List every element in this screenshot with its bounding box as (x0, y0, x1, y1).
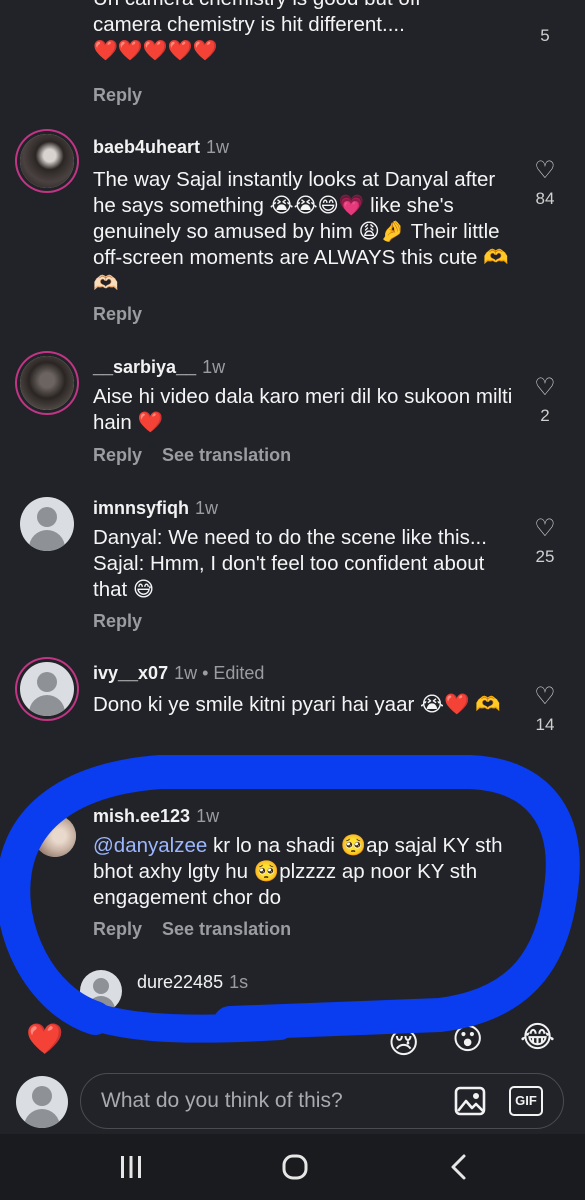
reply-button[interactable]: Reply (93, 919, 142, 939)
timestamp: 1w (196, 806, 220, 826)
heart-outline-icon[interactable]: ♡ (528, 159, 562, 183)
timestamp: 1s (229, 972, 249, 992)
username[interactable]: ivy__x07 (93, 663, 168, 683)
comment-text: Un camera chemistry is good but off came… (93, 0, 421, 62)
reply-button[interactable]: Reply (93, 85, 162, 106)
reaction-laugh[interactable]: 😂 (520, 1020, 555, 1055)
username[interactable]: baeb4uheart (93, 137, 200, 157)
timestamp: 1w (206, 137, 230, 157)
like-button[interactable]: ♡ 84 (528, 159, 562, 209)
comment-input-placeholder: What do you think of this? (101, 1089, 343, 1112)
timestamp: 1w • Edited (174, 663, 265, 683)
reaction-sad[interactable]: 😢 (388, 1026, 419, 1061)
username[interactable]: imnnsyfiqh (93, 498, 189, 518)
timestamp: 1w (195, 498, 219, 518)
like-count: 84 (535, 189, 555, 208)
comment-text: The way Sajal instantly looks at Danyal … (93, 168, 509, 295)
comment-actions: Reply See translation (93, 919, 311, 940)
home-icon[interactable] (281, 1153, 309, 1181)
like-button[interactable]: ♡ 14 (528, 685, 562, 735)
reaction-heart[interactable]: ❤️ (26, 1022, 63, 1057)
avatar[interactable] (20, 134, 74, 188)
image-icon[interactable] (453, 1084, 487, 1118)
see-translation-link[interactable]: See translation (162, 445, 291, 465)
recents-icon[interactable] (118, 1154, 144, 1180)
comment-header: baeb4uheart 1w (93, 137, 229, 158)
comment-actions: Reply See translation (93, 445, 311, 466)
my-avatar (16, 1076, 68, 1128)
heart-outline-icon[interactable]: ♡ (528, 517, 562, 541)
comment-header: imnnsyfiqh 1w (93, 498, 218, 519)
comment-text: Aise hi video dala karo meri dil ko suko… (93, 385, 513, 434)
reply-button[interactable]: Reply (93, 445, 142, 465)
comment-text: Dono ki ye smile kitni pyari hai yaar 😭❤… (93, 693, 501, 716)
comment-header: mish.ee123 1w (93, 806, 219, 827)
reaction-surprised[interactable]: 😮 (452, 1022, 483, 1057)
comment-input[interactable]: What do you think of this? GIF (80, 1073, 564, 1129)
reply-button[interactable]: Reply (93, 611, 162, 632)
like-button[interactable]: ♡ 25 (528, 517, 562, 567)
avatar[interactable] (34, 815, 76, 857)
back-icon[interactable] (448, 1153, 470, 1181)
reply-button[interactable]: Reply (93, 304, 162, 325)
timestamp: 1w (202, 357, 226, 377)
comment-text: Danyal: We need to do the scene like thi… (93, 526, 487, 601)
avatar[interactable] (20, 356, 74, 410)
mention-link[interactable]: @danyalzee (93, 834, 207, 857)
comment-header: ivy__x07 1w • Edited (93, 663, 264, 684)
comment-header: dure22485 1s (137, 972, 248, 993)
like-button[interactable]: ♡ 2 (528, 376, 562, 426)
like-count: 5 (540, 26, 550, 45)
see-translation-link[interactable]: See translation (162, 919, 291, 939)
like-count: 14 (535, 715, 555, 734)
username[interactable]: mish.ee123 (93, 806, 190, 826)
comment-composer: What do you think of this? GIF (0, 1066, 585, 1134)
heart-outline-icon[interactable]: ♡ (528, 376, 562, 400)
like-count: 25 (535, 547, 555, 566)
comment-header: __sarbiya__ 1w (93, 357, 225, 378)
like-count: 2 (540, 406, 550, 425)
username[interactable]: __sarbiya__ (93, 357, 196, 377)
quick-reactions: ❤️ 😢 😮 😂 (0, 1018, 585, 1062)
gif-button[interactable]: GIF (509, 1086, 543, 1116)
avatar[interactable] (80, 970, 122, 1012)
avatar[interactable] (20, 662, 74, 716)
comment-text: @danyalzee kr lo na shadi 🥺ap sajal KY s… (93, 834, 503, 909)
avatar[interactable] (20, 497, 74, 551)
system-nav-bar (0, 1134, 585, 1200)
username[interactable]: dure22485 (137, 972, 223, 992)
heart-outline-icon[interactable]: ♡ (528, 685, 562, 709)
